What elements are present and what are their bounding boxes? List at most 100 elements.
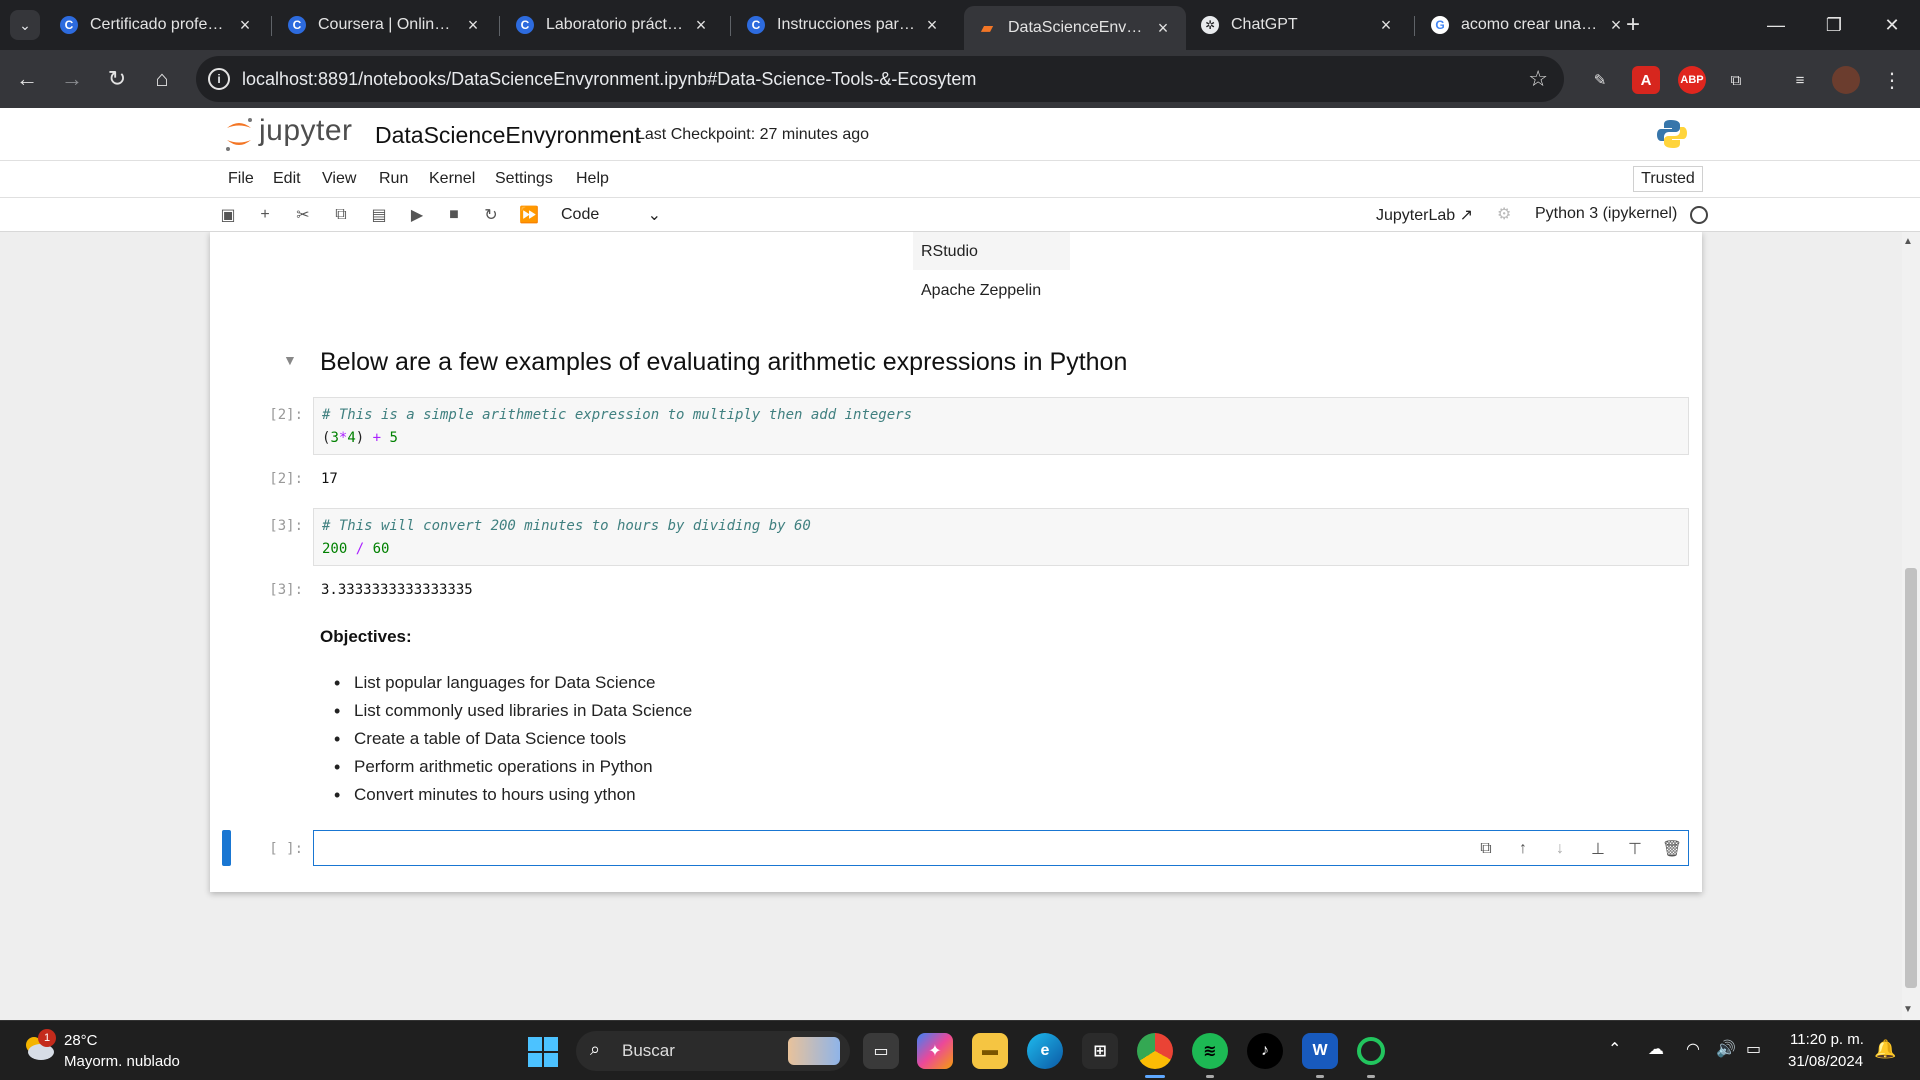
notebook-toolbar: ▣ + ✂ ⧉ ▤ ▶ ■ ↻ ⏩ Code ⌄ JupyterLab ↗ ⚙ …	[0, 198, 1920, 232]
battery-icon[interactable]: ▭	[1746, 1039, 1761, 1059]
menu-help[interactable]: Help	[576, 170, 609, 188]
code-comment: # This is a simple arithmetic expression…	[322, 407, 913, 423]
weather-temperature[interactable]: 28°C	[64, 1032, 98, 1049]
windows-start-icon[interactable]	[528, 1037, 558, 1067]
move-down-icon[interactable]: ↓	[1548, 837, 1572, 861]
clock-date[interactable]: 31/08/2024	[1788, 1053, 1863, 1070]
weather-badge: 1	[38, 1029, 56, 1047]
run-all-icon[interactable]: ⏩	[518, 204, 540, 226]
empty-code-cell[interactable]: ⧉ ↑ ↓ ⊥ ⊤ 🗑	[313, 830, 1689, 866]
file-explorer-icon[interactable]: ▬	[972, 1033, 1008, 1069]
close-tab-icon[interactable]: ×	[464, 15, 482, 36]
clock-time[interactable]: 11:20 p. m.	[1790, 1031, 1864, 1048]
input-prompt: [3]:	[269, 518, 303, 534]
list-item: List popular languages for Data Science	[320, 669, 692, 697]
run-icon[interactable]: ▶	[406, 204, 428, 226]
close-tab-icon[interactable]: ×	[1154, 18, 1172, 39]
scroll-up-icon[interactable]: ▲	[1903, 236, 1913, 247]
adblock-extension-icon[interactable]: ABP	[1678, 66, 1706, 94]
stop-icon[interactable]: ■	[443, 204, 465, 226]
jupyter-logo-icon[interactable]	[224, 116, 254, 152]
close-tab-icon[interactable]: ×	[236, 15, 254, 36]
tab-search-chevron-icon[interactable]: ⌄	[10, 10, 40, 40]
chevron-up-icon[interactable]: ⌃	[1608, 1039, 1621, 1059]
jupyter-wordmark[interactable]: jupyter	[259, 114, 353, 148]
restore-button[interactable]: ❐	[1806, 0, 1862, 50]
browser-tab[interactable]: C Laboratorio práctico: ×	[502, 6, 724, 44]
add-cell-icon[interactable]: +	[254, 204, 276, 226]
onedrive-cloud-icon[interactable]: ☁	[1648, 1039, 1664, 1059]
volume-icon[interactable]: 🔊	[1716, 1039, 1736, 1059]
code-cell[interactable]: # This is a simple arithmetic expression…	[313, 397, 1689, 455]
scrollbar-thumb[interactable]	[1905, 568, 1917, 988]
menu-file[interactable]: File	[228, 170, 254, 188]
profile-avatar[interactable]	[1832, 66, 1860, 94]
word-running-indicator	[1316, 1075, 1324, 1078]
move-up-icon[interactable]: ↑	[1511, 837, 1535, 861]
loading-app-icon[interactable]	[1357, 1037, 1385, 1065]
code-cell[interactable]: # This will convert 200 minutes to hours…	[313, 508, 1689, 566]
copy-icon[interactable]: ⧉	[330, 204, 352, 226]
search-icon: ⌕	[590, 1039, 601, 1059]
restart-icon[interactable]: ↻	[480, 204, 502, 226]
extensions-puzzle-icon[interactable]: ⧉	[1722, 66, 1750, 94]
notification-bell-icon[interactable]: 🔔	[1874, 1039, 1896, 1060]
back-button[interactable]: ←	[10, 62, 44, 96]
save-icon[interactable]: ▣	[217, 204, 239, 226]
media-control-icon[interactable]: ≡	[1786, 66, 1814, 94]
duplicate-cell-icon[interactable]: ⧉	[1474, 837, 1498, 861]
section-heading: Below are a few examples of evaluating a…	[320, 348, 1128, 376]
collapse-heading-icon[interactable]: ▼	[283, 352, 297, 368]
minimize-button[interactable]: —	[1748, 0, 1804, 50]
notebook-title[interactable]: DataScienceEnvyronment	[375, 122, 641, 149]
close-tab-icon[interactable]: ×	[692, 15, 710, 36]
bookmark-star-icon[interactable]: ☆	[1528, 66, 1548, 92]
weather-description[interactable]: Mayorm. nublado	[64, 1053, 180, 1070]
browser-tab-active[interactable]: ▰ DataScienceEnvyronn ×	[964, 6, 1186, 50]
kernel-name[interactable]: Python 3 (ipykernel)	[1535, 205, 1677, 223]
new-tab-button[interactable]: +	[1618, 10, 1648, 40]
extension-pin-icon[interactable]: ✎	[1586, 66, 1614, 94]
browser-tab[interactable]: ✲ ChatGPT ×	[1187, 6, 1409, 44]
site-info-icon[interactable]: i	[208, 68, 230, 90]
close-window-button[interactable]: ✕	[1864, 0, 1920, 50]
chrome-icon[interactable]	[1137, 1033, 1173, 1069]
home-button[interactable]: ⌂	[145, 62, 179, 96]
menu-kernel[interactable]: Kernel	[429, 170, 475, 188]
close-tab-icon[interactable]: ×	[1377, 15, 1395, 36]
tiktok-icon[interactable]: ♪	[1247, 1033, 1283, 1069]
edge-icon[interactable]: e	[1027, 1033, 1063, 1069]
task-view-icon[interactable]: ▭	[863, 1033, 899, 1069]
jupyter-header: jupyter DataScienceEnvyronment Last Chec…	[0, 108, 1920, 160]
insert-below-icon[interactable]: ⊥	[1586, 837, 1610, 861]
pdf-extension-icon[interactable]: A	[1632, 66, 1660, 94]
forward-button[interactable]: →	[55, 62, 89, 96]
wifi-icon[interactable]: ◠	[1686, 1039, 1700, 1059]
browser-tab[interactable]: G acomo crear una line ×	[1417, 6, 1639, 44]
menu-edit[interactable]: Edit	[273, 170, 301, 188]
cut-icon[interactable]: ✂	[292, 204, 314, 226]
trusted-indicator[interactable]: Trusted	[1633, 166, 1703, 192]
delete-cell-icon[interactable]: 🗑	[1660, 837, 1684, 861]
paste-icon[interactable]: ▤	[368, 204, 390, 226]
menu-view[interactable]: View	[322, 170, 356, 188]
scroll-down-icon[interactable]: ▼	[1903, 1004, 1913, 1015]
jupyterlab-link[interactable]: JupyterLab ↗	[1376, 205, 1473, 225]
copilot-icon[interactable]: ✦	[917, 1033, 953, 1069]
url-input[interactable]: i localhost:8891/notebooks/DataScienceEn…	[196, 56, 1564, 102]
menu-run[interactable]: Run	[379, 170, 408, 188]
microsoft-store-icon[interactable]: ⊞	[1082, 1033, 1118, 1069]
browser-menu-icon[interactable]: ⋮	[1878, 66, 1906, 94]
browser-tab[interactable]: C Certificado profesion ×	[46, 6, 268, 44]
word-icon[interactable]: W	[1302, 1033, 1338, 1069]
browser-tab[interactable]: C Coursera | Online Co ×	[274, 6, 496, 44]
taskbar-search[interactable]: ⌕ Buscar	[576, 1031, 850, 1071]
cell-output: 3.3333333333333335	[321, 582, 473, 598]
reload-button[interactable]: ↻	[100, 62, 134, 96]
browser-tab[interactable]: C Instrucciones para la ×	[733, 6, 955, 44]
insert-above-icon[interactable]: ⊤	[1623, 837, 1647, 861]
menu-settings[interactable]: Settings	[495, 170, 553, 188]
close-tab-icon[interactable]: ×	[923, 15, 941, 36]
spotify-icon[interactable]: ≋	[1192, 1033, 1228, 1069]
cell-type-select[interactable]: Code ⌄	[561, 203, 661, 227]
